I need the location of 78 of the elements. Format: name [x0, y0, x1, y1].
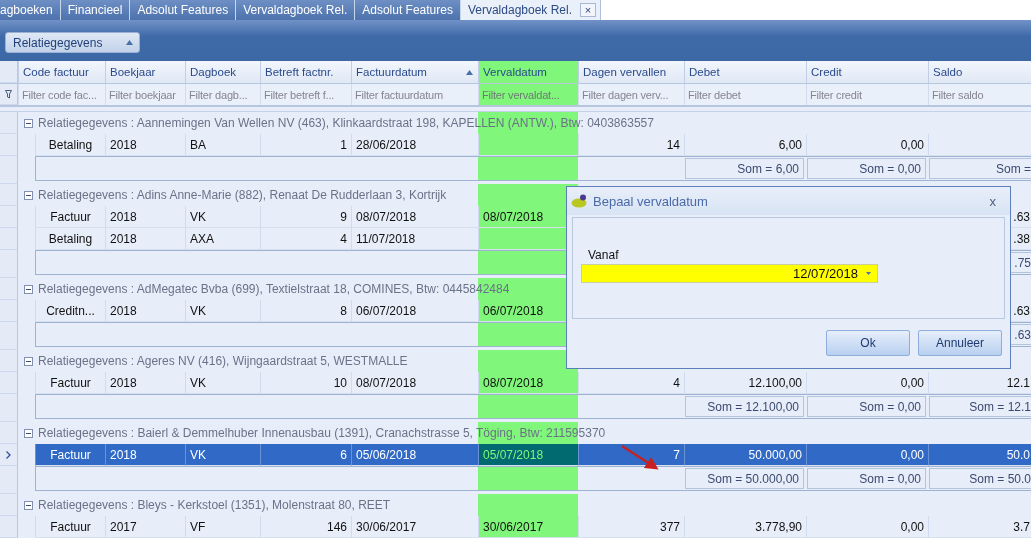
filter-icon: [5, 89, 12, 99]
arrow-annotation: [620, 444, 660, 472]
tab[interactable]: Vervaldagboek Rel. ×: [460, 0, 601, 20]
column-header[interactable]: Code factuur: [18, 61, 105, 83]
table-cell: 377: [578, 516, 684, 538]
tab[interactable]: Adsolut Features: [130, 0, 237, 20]
collapse-icon[interactable]: [24, 356, 33, 366]
close-button[interactable]: ×: [580, 3, 596, 17]
filter-field[interactable]: Filter debet: [684, 84, 806, 105]
summary-cell: Som = 12.1: [929, 396, 1031, 417]
logo-icon: [571, 194, 589, 208]
collapse-icon[interactable]: [24, 284, 33, 294]
filter-field[interactable]: Filter vervaldat...: [478, 84, 578, 105]
column-header[interactable]: Dagen vervallen: [578, 61, 684, 83]
dialog-button[interactable]: Annuleer: [918, 330, 1002, 356]
table-cell: 3.7: [928, 516, 1031, 538]
chevron-right-icon: [6, 450, 11, 459]
summary-cell: Som = 0,00: [807, 468, 926, 489]
tab[interactable]: agboeken: [0, 0, 61, 20]
column-header[interactable]: Dagboek: [185, 61, 260, 83]
table-cell: Factuur: [35, 206, 105, 228]
column-header[interactable]: Debet: [684, 61, 806, 83]
column-header[interactable]: Credit: [806, 61, 928, 83]
table-cell: Factuur: [35, 444, 105, 466]
table-cell: 2017: [105, 516, 185, 538]
collapse-icon[interactable]: [24, 500, 33, 510]
tab[interactable]: Vervaldagboek Rel.: [236, 0, 356, 20]
table-cell: 0,00: [806, 444, 928, 466]
table-cell: 3.778,90: [684, 516, 806, 538]
table-cell: 2018: [105, 206, 185, 228]
table-cell: 0,00: [806, 516, 928, 538]
table-cell: 50.000,00: [684, 444, 806, 466]
column-header[interactable]: Saldo: [928, 61, 1031, 83]
filter-field[interactable]: Filter credit: [806, 84, 928, 105]
dropdown-caret-icon: [866, 272, 871, 275]
table-cell: 2018: [105, 444, 185, 466]
collapse-icon[interactable]: [24, 190, 33, 200]
summary-cell: Som =: [929, 158, 1031, 179]
table-cell: 30/06/2017: [478, 516, 578, 538]
sort-ascending-icon: [466, 69, 473, 75]
group-by-button[interactable]: Relatiegegevens: [5, 32, 141, 53]
table-cell: 7: [578, 444, 684, 466]
group-title: Relatiegegevens : Ageres NV (416), Wijngaardstraat 5, WESTMALLE: [38, 354, 408, 368]
table-cell: 9: [260, 206, 351, 228]
summary-cell: Som = 50.0: [929, 468, 1031, 489]
table-cell: Factuur: [35, 516, 105, 538]
summary-cell: Som = 0,00: [807, 158, 926, 179]
date-field[interactable]: 12/07/2018: [581, 264, 878, 283]
group-title: Relatiegegevens : Adins Anne-Marie (882), Renaat De Rudderlaan 3, Kortrijk: [38, 188, 447, 202]
collapse-icon[interactable]: [24, 428, 33, 438]
dialog-button[interactable]: Ok: [826, 330, 910, 356]
field-label: Vanaf: [588, 248, 620, 262]
close-button[interactable]: x: [989, 193, 996, 209]
column-header[interactable]: Boekjaar: [105, 61, 185, 83]
group-title: Relatiegegevens : Bleys - Kerkstoel (1351), Molenstraat 80, REET: [38, 498, 391, 512]
table-cell: VF: [185, 516, 260, 538]
table-cell: 05/06/2018: [351, 444, 478, 466]
table-cell: 146: [260, 516, 351, 538]
summary-cell: Som = 50.000,00: [685, 468, 804, 489]
table-cell: 08/07/2018: [478, 372, 578, 394]
table-cell: 50.0: [928, 444, 1031, 466]
tab[interactable]: Financieel: [60, 0, 131, 20]
table-cell: VK: [185, 444, 260, 466]
summary-cell: Som = 6,00: [685, 158, 804, 179]
filter-field[interactable]: Filter dagen verv...: [578, 84, 684, 105]
summary-cell: Som = 12.100,00: [685, 396, 804, 417]
table-cell: VK: [185, 206, 260, 228]
summary-cell: Som = 0,00: [807, 396, 926, 417]
column-header[interactable]: Betreft factnr.: [260, 61, 351, 83]
tab[interactable]: Adsolut Features: [355, 0, 461, 20]
table-cell: 05/07/2018: [478, 444, 578, 466]
filter-field[interactable]: Filter betreft f...: [260, 84, 351, 105]
column-header[interactable]: Vervaldatum: [478, 61, 578, 83]
filter-field[interactable]: Filter dagb...: [185, 84, 260, 105]
collapse-icon[interactable]: [24, 118, 33, 128]
table-cell: 6: [260, 444, 351, 466]
dialog-title: Bepaal vervaldatum: [593, 193, 709, 209]
sort-ascending-icon: [126, 40, 134, 45]
